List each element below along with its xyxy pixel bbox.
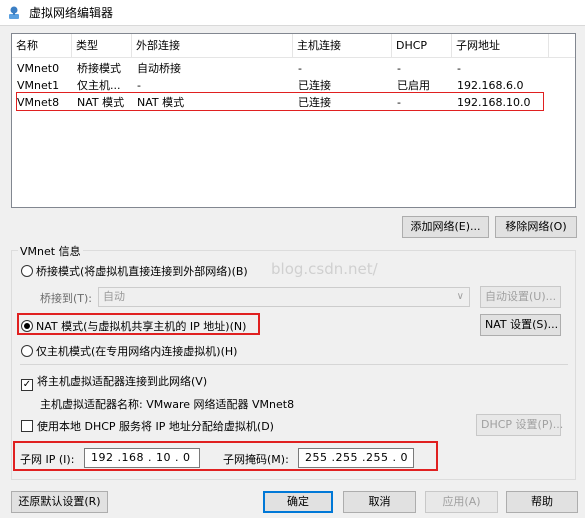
- bridged-to-select[interactable]: 自动 ∨: [98, 287, 470, 307]
- bridged-to-label: 桥接到(T):: [40, 292, 93, 305]
- host-only-radio[interactable]: 仅主机模式(在专用网络内连接虚拟机)(H): [21, 343, 237, 359]
- list-header: 名称 类型 外部连接 主机连接 DHCP 子网地址: [12, 34, 575, 58]
- subnet-mask-label: 子网掩码(M):: [223, 453, 289, 466]
- chevron-down-icon: ∨: [456, 291, 464, 302]
- separator: [20, 364, 568, 365]
- selected-row-highlight: [16, 92, 544, 111]
- column-header-type[interactable]: 类型: [72, 34, 132, 58]
- cell-name: VMnet0: [17, 62, 60, 75]
- subnet-ip-label: 子网 IP (I):: [20, 453, 75, 466]
- column-header-host[interactable]: 主机连接: [293, 34, 392, 58]
- table-row[interactable]: VMnet0 桥接模式 自动桥接 - - -: [12, 60, 575, 77]
- adapter-name-label: 主机虚拟适配器名称: VMware 网络适配器 VMnet8: [40, 398, 295, 411]
- dhcp-label: 使用本地 DHCP 服务将 IP 地址分配给虚拟机(D): [37, 420, 274, 433]
- checkbox-checked-icon: ✓: [21, 379, 33, 391]
- help-button[interactable]: 帮助: [506, 491, 578, 513]
- vmnet-info-title: VMnet 信息: [18, 243, 83, 259]
- bridge-mode-label: 桥接模式(将虚拟机直接连接到外部网络)(B): [36, 265, 248, 278]
- network-list[interactable]: 名称 类型 外部连接 主机连接 DHCP 子网地址 VMnet0 桥接模式 自动…: [11, 33, 576, 208]
- window-title: 虚拟网络编辑器: [29, 6, 114, 20]
- remove-network-button[interactable]: 移除网络(O): [495, 216, 577, 238]
- bridge-mode-radio[interactable]: 桥接模式(将虚拟机直接连接到外部网络)(B): [21, 263, 248, 279]
- nat-mode-highlight: [17, 313, 260, 335]
- cell-dhcp: -: [397, 62, 401, 75]
- column-header-external[interactable]: 外部连接: [132, 34, 293, 58]
- apply-button[interactable]: 应用(A): [425, 491, 498, 513]
- watermark-text: blog.csdn.net/: [271, 260, 378, 278]
- subnet-mask-input[interactable]: 255 .255 .255 . 0: [298, 448, 414, 468]
- connect-adapter-label: 将主机虚拟适配器连接到此网络(V): [37, 375, 208, 388]
- checkbox-unchecked-icon: [21, 420, 33, 432]
- restore-defaults-button[interactable]: 还原默认设置(R): [11, 491, 108, 513]
- dhcp-checkbox[interactable]: 使用本地 DHCP 服务将 IP 地址分配给虚拟机(D): [21, 418, 274, 434]
- radio-off-icon: [21, 345, 33, 357]
- subnet-ip-input[interactable]: 192 .168 . 10 . 0: [84, 448, 200, 468]
- column-header-name[interactable]: 名称: [12, 34, 72, 58]
- cell-subnet: -: [457, 62, 461, 75]
- ok-button[interactable]: 确定: [263, 491, 333, 513]
- cell-external: 自动桥接: [137, 62, 181, 75]
- title-bar: 虚拟网络编辑器: [0, 0, 585, 26]
- auto-settings-button[interactable]: 自动设置(U)...: [480, 286, 561, 308]
- cell-type: 桥接模式: [77, 62, 121, 75]
- add-network-button[interactable]: 添加网络(E)...: [402, 216, 489, 238]
- virtual-network-editor-window: 虚拟网络编辑器 名称 类型 外部连接 主机连接 DHCP 子网地址 VMnet0…: [0, 0, 585, 518]
- connect-adapter-checkbox[interactable]: ✓ 将主机虚拟适配器连接到此网络(V): [21, 373, 207, 391]
- column-header-dhcp[interactable]: DHCP: [392, 34, 452, 58]
- column-header-subnet[interactable]: 子网地址: [452, 34, 549, 58]
- cell-host: -: [298, 62, 302, 75]
- radio-off-icon: [21, 265, 33, 277]
- bridged-to-value: 自动: [103, 290, 125, 303]
- nat-settings-button[interactable]: NAT 设置(S)...: [480, 314, 561, 336]
- host-only-label: 仅主机模式(在专用网络内连接虚拟机)(H): [36, 345, 238, 358]
- cancel-button[interactable]: 取消: [343, 491, 416, 513]
- dhcp-settings-button[interactable]: DHCP 设置(P)...: [476, 414, 563, 436]
- network-app-icon: [5, 4, 23, 22]
